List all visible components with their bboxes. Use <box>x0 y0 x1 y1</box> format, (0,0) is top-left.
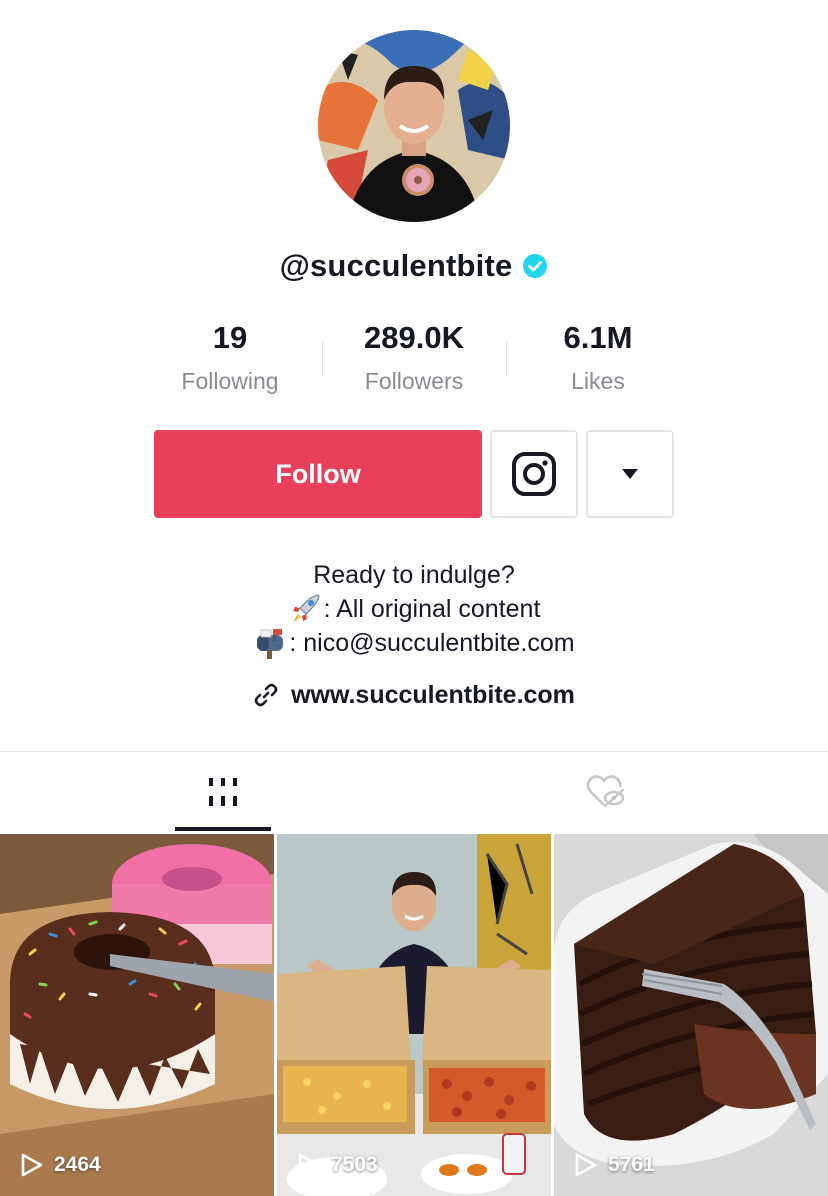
following-count: 19 <box>212 320 248 355</box>
likes-label: Likes <box>571 368 625 394</box>
verified-badge-icon <box>523 254 548 278</box>
stat-following[interactable]: 19 Following <box>138 318 322 404</box>
bio-line-2: : All original content <box>0 592 828 626</box>
chocolate-cake-image <box>554 834 828 1196</box>
liked-hidden-icon <box>586 775 625 808</box>
play-icon <box>298 1153 320 1177</box>
tab-liked[interactable] <box>558 752 654 832</box>
view-count: 5761 <box>574 1152 655 1178</box>
username-row: @succulentbite <box>0 244 828 288</box>
caret-down-icon <box>622 469 638 479</box>
mailbox-icon <box>257 629 284 659</box>
link-icon <box>254 683 278 707</box>
followers-count: 289.0K <box>364 320 464 355</box>
play-icon <box>575 1153 597 1177</box>
video-grid: 2464 7503 5761 <box>0 834 828 1196</box>
video-thumbnail[interactable]: 7503 <box>277 834 551 1196</box>
donut-cake-image <box>0 834 274 1196</box>
profile-avatar[interactable] <box>318 30 510 222</box>
view-count-value: 5761 <box>608 1153 655 1176</box>
profile-stats: 19 Following 289.0K Followers 6.1M Likes <box>138 318 690 404</box>
pizza-video-image <box>277 834 551 1196</box>
play-icon <box>21 1153 43 1177</box>
view-count: 7503 <box>297 1152 378 1178</box>
profile-link[interactable]: www.succulentbite.com <box>0 676 828 714</box>
stat-divider <box>506 342 507 376</box>
grid-icon <box>209 778 237 806</box>
tab-videos[interactable] <box>175 752 271 832</box>
view-count-value: 7503 <box>331 1153 378 1176</box>
avatar-image <box>318 30 510 222</box>
view-count: 2464 <box>20 1152 101 1178</box>
rocket-icon <box>292 594 320 622</box>
instagram-icon <box>512 452 556 496</box>
bio-line-1: Ready to indulge? <box>0 558 828 592</box>
stat-followers[interactable]: 289.0K Followers <box>322 318 506 404</box>
tabs-divider <box>0 751 828 752</box>
followers-label: Followers <box>364 368 464 394</box>
active-tab-indicator <box>175 827 271 831</box>
profile-bio: Ready to indulge? : All original content… <box>0 558 828 660</box>
video-thumbnail[interactable]: 2464 <box>0 834 274 1196</box>
follow-button[interactable]: Follow <box>154 430 482 518</box>
username: @succulentbite <box>279 248 513 283</box>
stat-likes[interactable]: 6.1M Likes <box>506 318 690 404</box>
following-label: Following <box>181 368 279 394</box>
more-options-button[interactable] <box>586 430 674 518</box>
bio-line-3: : nico@succulentbite.com <box>0 626 828 660</box>
stat-divider <box>322 342 323 376</box>
video-thumbnail[interactable]: 5761 <box>554 834 828 1196</box>
profile-link-text[interactable]: www.succulentbite.com <box>291 681 575 710</box>
view-count-value: 2464 <box>54 1153 101 1176</box>
likes-count: 6.1M <box>563 320 633 355</box>
instagram-button[interactable] <box>490 430 578 518</box>
bio-tagline: Ready to indulge? <box>313 561 515 589</box>
bio-content-note: : All original content <box>323 595 541 623</box>
bio-email: : nico@succulentbite.com <box>289 629 575 657</box>
